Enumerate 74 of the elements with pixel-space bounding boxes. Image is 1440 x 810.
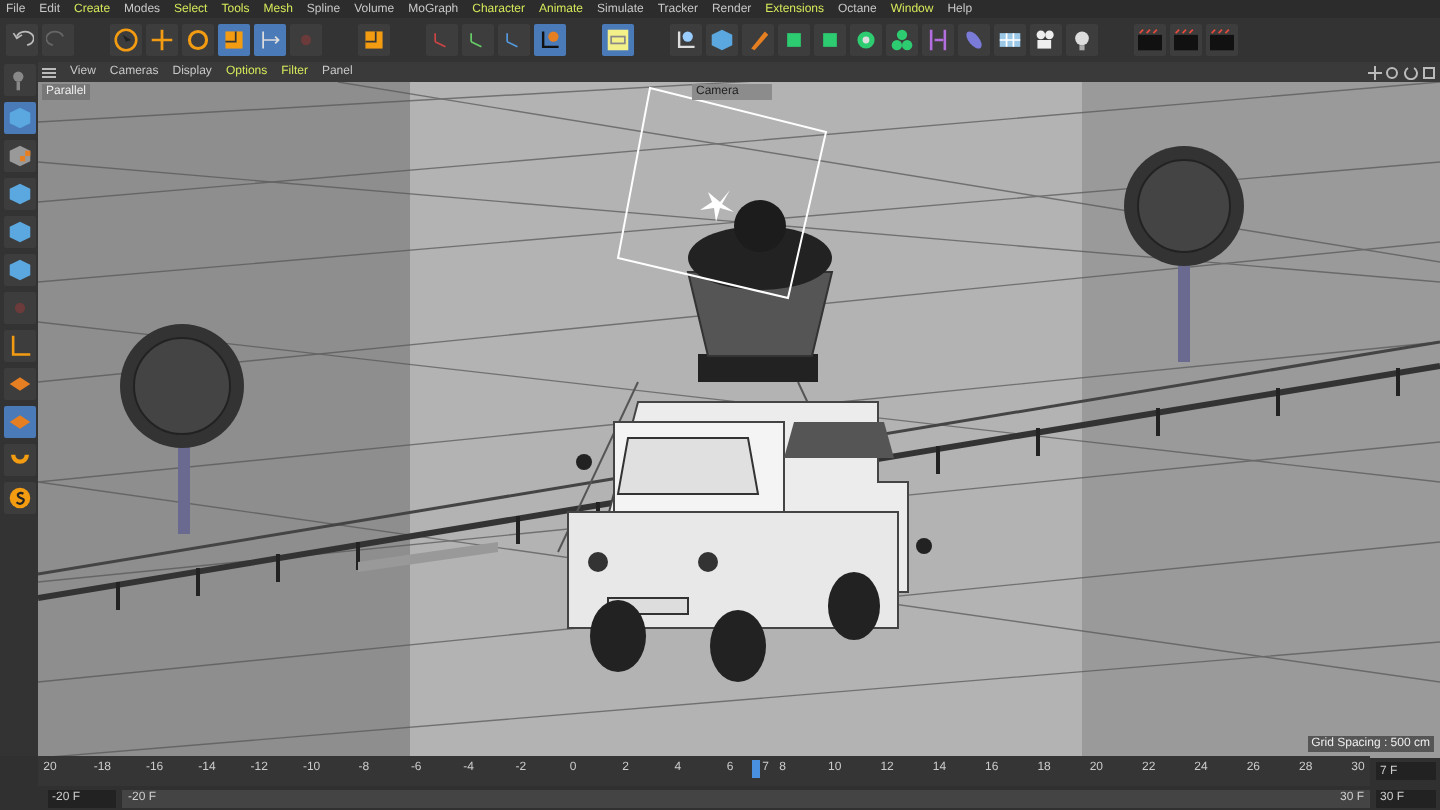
light-bulb-button[interactable] (1066, 24, 1098, 56)
dot-button[interactable] (290, 24, 322, 56)
coordinate-axes-icon (538, 28, 562, 52)
cube-icon (7, 220, 31, 244)
clapperboard-icon (1210, 28, 1234, 52)
ring-icon (186, 28, 210, 52)
floor-button[interactable] (994, 24, 1026, 56)
move-arrows-icon (258, 28, 282, 52)
cube-button[interactable] (3, 178, 35, 210)
magnet-button[interactable] (3, 444, 35, 476)
cube-button[interactable] (3, 102, 35, 134)
redo-icon (46, 28, 70, 52)
cursor-icon (114, 28, 138, 52)
clapperboard-button[interactable] (1170, 24, 1202, 56)
plus-icon (150, 28, 174, 52)
undo-icon (10, 28, 34, 52)
textured-cube-button[interactable] (3, 140, 35, 172)
camera-button[interactable] (1030, 24, 1062, 56)
coordinate-axes-button[interactable] (534, 24, 566, 56)
undo-button[interactable] (6, 24, 38, 56)
grid-plane-button[interactable] (3, 406, 35, 438)
menu-icon[interactable] (42, 67, 56, 77)
textured-cube-icon (7, 144, 31, 168)
grid-plane-button[interactable] (3, 368, 35, 400)
cube-button[interactable] (3, 216, 35, 248)
axis-button[interactable] (462, 24, 494, 56)
pen-icon (746, 28, 770, 52)
cube-button[interactable] (706, 24, 738, 56)
square-icon (222, 28, 246, 52)
camera-icon (1034, 28, 1058, 52)
spheres-icon (890, 28, 914, 52)
gear-icon (854, 28, 878, 52)
gear-button[interactable] (850, 24, 882, 56)
spline-button[interactable] (670, 24, 702, 56)
s-circle-icon (7, 486, 31, 510)
square-button[interactable] (358, 24, 390, 56)
axis-icon (7, 334, 31, 358)
clapperboard-icon (1174, 28, 1198, 52)
navigation-icons[interactable] (1368, 65, 1436, 79)
panel-button[interactable] (602, 24, 634, 56)
cube-icon (710, 28, 734, 52)
axis-button[interactable] (3, 330, 35, 362)
solid-square-button[interactable] (778, 24, 810, 56)
spline-icon (674, 28, 698, 52)
plus-button[interactable] (146, 24, 178, 56)
object-button[interactable] (3, 64, 35, 96)
clapperboard-button[interactable] (1206, 24, 1238, 56)
square-button[interactable] (218, 24, 250, 56)
clapperboard-button[interactable] (1134, 24, 1166, 56)
dot-button[interactable] (3, 292, 35, 324)
cube-icon (7, 106, 31, 130)
s-circle-button[interactable] (3, 482, 35, 514)
cursor-button[interactable] (110, 24, 142, 56)
cube-icon (7, 182, 31, 206)
floor-icon (998, 28, 1022, 52)
cube-button[interactable] (3, 254, 35, 286)
solid-square-icon (818, 28, 842, 52)
light-bulb-icon (1070, 28, 1094, 52)
bracket-button[interactable] (922, 24, 954, 56)
grid-plane-icon (7, 372, 31, 396)
pen-button[interactable] (742, 24, 774, 56)
move-arrows-button[interactable] (254, 24, 286, 56)
cube-icon (7, 258, 31, 282)
solid-square-icon (782, 28, 806, 52)
capsule-icon (962, 28, 986, 52)
grid-plane-icon (7, 410, 31, 434)
clapperboard-icon (1138, 28, 1162, 52)
panel-icon (606, 28, 630, 52)
square-icon (362, 28, 386, 52)
spheres-button[interactable] (886, 24, 918, 56)
ring-button[interactable] (182, 24, 214, 56)
current-frame-marker[interactable] (752, 760, 761, 778)
solid-square-button[interactable] (814, 24, 846, 56)
bracket-icon (926, 28, 950, 52)
